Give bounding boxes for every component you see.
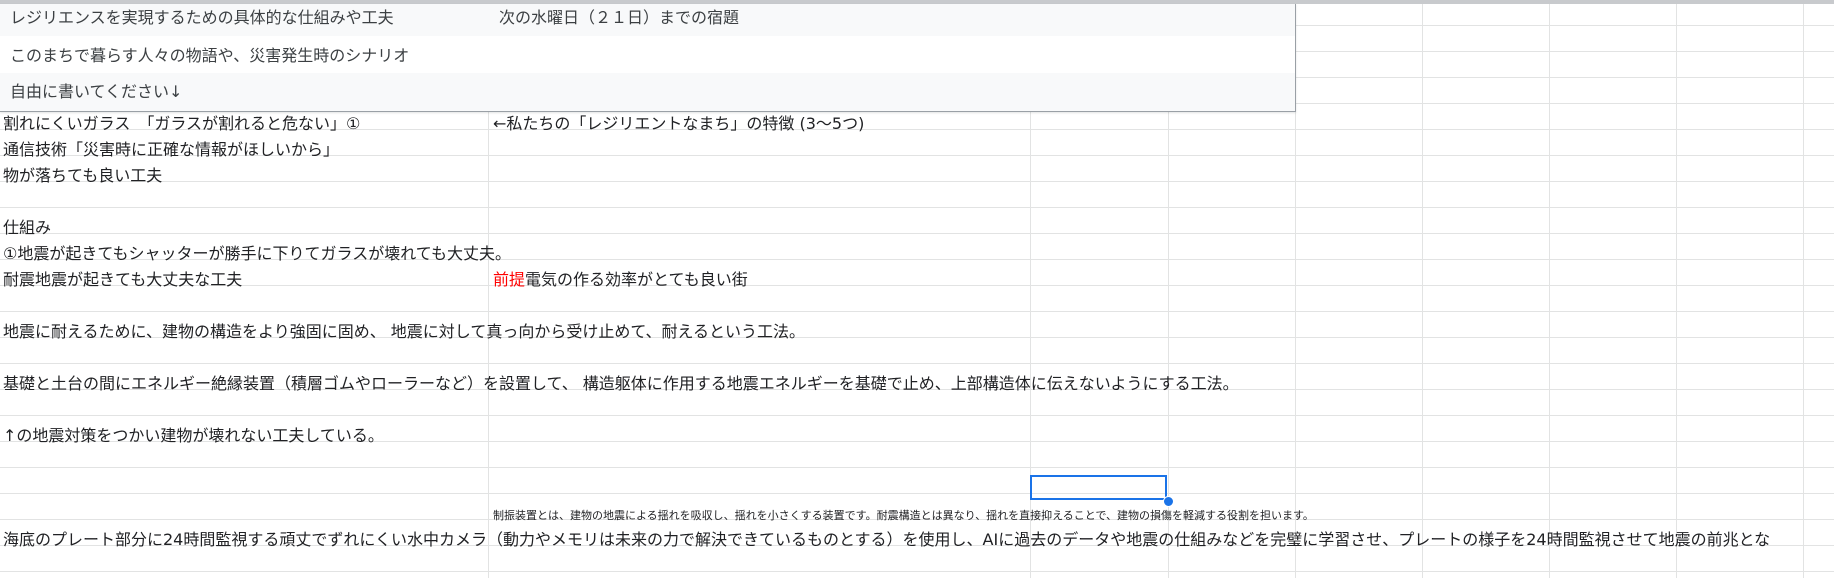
column-divider: [1676, 4, 1677, 578]
cell-r11-a[interactable]: 基礎と土台の間にエネルギー絶縁装置（積層ゴムやローラーなど）を設置して、 構造躯…: [3, 374, 1239, 394]
header-row-3: 自由に書いてください↓: [0, 73, 1295, 111]
cell-r5-a[interactable]: 仕組み: [3, 218, 51, 238]
header-row-1: レジリエンスを実現するための具体的な仕組みや工夫 次の水曜日（２１日）までの宿題: [0, 4, 1295, 36]
cell-r9-a[interactable]: 地震に耐えるために、建物の構造をより強固に固め、 地震に対して真っ向から受け止め…: [3, 322, 805, 342]
cell-r16-b[interactable]: 制振装置とは、建物の地震による揺れを吸収し、揺れを小さくする装置です。耐震構造と…: [493, 509, 1314, 523]
cell-r1-a[interactable]: 割れにくいガラス 「ガラスが割れると危ない」①: [3, 114, 360, 134]
cell-r7-b-emphasis: 前提: [493, 270, 526, 289]
column-divider: [1422, 4, 1423, 578]
cell-r2-a[interactable]: 通信技術「災害時に正確な情報がほしいから」: [3, 140, 339, 160]
header-row-3-cell[interactable]: 自由に書いてください↓: [10, 82, 182, 102]
active-cell-selection[interactable]: [1030, 475, 1167, 500]
cell-r7-a[interactable]: 耐震地震が起きても大丈夫な工夫: [3, 270, 242, 290]
cell-r1-b[interactable]: ←私たちの「レジリエントなまち」の特徴 (3〜5つ): [493, 114, 864, 134]
cell-r3-a[interactable]: 物が落ちても良い工夫: [3, 166, 162, 186]
cell-r7-b-text: 電気の作る効率がとても良い街: [525, 270, 748, 289]
header-row-2: このまちで暮らす人々の物語や、災害発生時のシナリオ: [0, 36, 1295, 73]
header-row-1-left-cell[interactable]: レジリエンスを実現するための具体的な仕組みや工夫: [10, 8, 394, 28]
frozen-header-panel: レジリエンスを実現するための具体的な仕組みや工夫 次の水曜日（２１日）までの宿題…: [0, 4, 1296, 112]
header-row-1-right-cell[interactable]: 次の水曜日（２１日）までの宿題: [499, 8, 739, 28]
fill-handle[interactable]: [1163, 496, 1174, 507]
cell-r6-a[interactable]: ①地震が起きてもシャッターが勝手に下りてガラスが壊れても大丈夫。: [3, 244, 511, 264]
column-divider: [1549, 4, 1550, 578]
cell-r7-b[interactable]: 前提電気の作る効率がとても良い街: [493, 270, 748, 290]
header-row-2-cell[interactable]: このまちで暮らす人々の物語や、災害発生時のシナリオ: [10, 46, 409, 66]
column-divider: [1803, 4, 1804, 578]
cell-r13-a[interactable]: ↑の地震対策をつかい建物が壊れない工夫している。: [3, 426, 384, 446]
cell-r17-a[interactable]: 海底のプレート部分に24時間監視する頑丈でずれにくい水中カメラ（動力やメモリは未…: [3, 530, 1770, 550]
